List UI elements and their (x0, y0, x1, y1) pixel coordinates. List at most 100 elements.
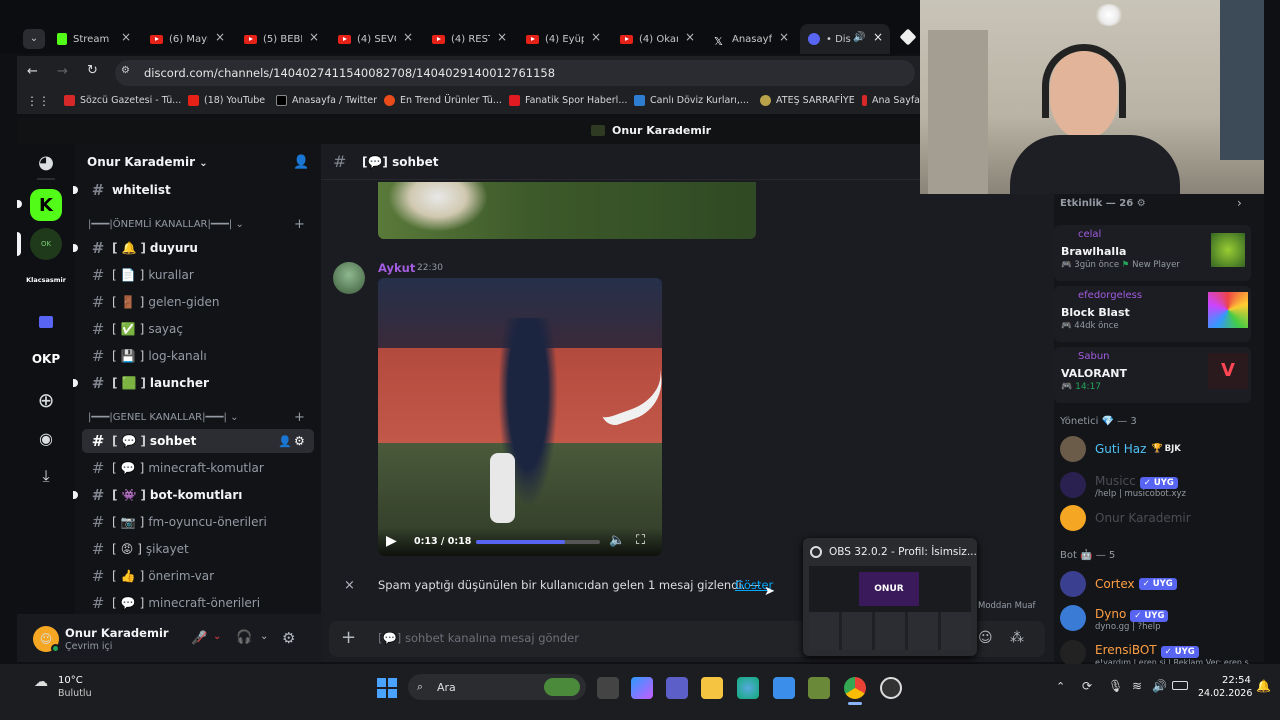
channel-duyuru[interactable]: #[🔔] duyuru (82, 236, 314, 260)
category-onemli[interactable]: |━━━|ÖNEMLİ KANALLAR|━━━| ⌄ (88, 219, 244, 230)
bookmark-item[interactable]: Ana Sayfa (862, 95, 920, 106)
copilot-icon[interactable] (631, 677, 653, 699)
channel-gelen-giden[interactable]: #[🚪] gelen-giden (82, 290, 314, 314)
obs-taskbar-icon[interactable] (880, 677, 902, 699)
gear-icon[interactable]: ⚙ (294, 434, 305, 448)
headphone-icon[interactable]: 🎧 (236, 630, 252, 645)
settings-gear-icon[interactable]: ⚙ (282, 629, 295, 647)
bookmark-item[interactable]: Fanatik Spor Haberl... (509, 95, 627, 106)
browser-tab[interactable]: 𝕏Anasayfa (714, 28, 772, 50)
tab-close-icon[interactable]: × (121, 30, 131, 44)
search-highlight-icon[interactable] (544, 678, 580, 696)
emoji-icon[interactable]: ☺ (978, 630, 993, 646)
chrome-icon[interactable] (844, 677, 866, 699)
tab-close-icon[interactable]: × (779, 30, 789, 44)
back-icon[interactable]: ← (27, 64, 38, 79)
channel-minecraft-onerileri[interactable]: #[💬] minecraft-önerileri (82, 591, 314, 615)
weather-icon[interactable]: ☁ (34, 674, 48, 690)
channel-minecraft-komutlar[interactable]: #[💬] minecraft-komutlar (82, 456, 314, 480)
task-view-icon[interactable] (597, 677, 619, 699)
volume-icon[interactable]: 🔈 (609, 533, 625, 548)
mute-icon[interactable]: 🎤̸ (191, 631, 207, 646)
tab-close-icon[interactable]: × (591, 30, 601, 44)
discover-icon[interactable]: ◉ (30, 422, 62, 454)
server-name[interactable]: Onur Karademir ⌄ (87, 155, 208, 169)
folder-icon[interactable] (39, 316, 53, 328)
user-name[interactable]: Onur Karademir (65, 626, 169, 640)
tab-close-icon[interactable]: × (873, 30, 883, 44)
channel-fm-oyuncu-onerileri[interactable]: #[📷] fm-oyuncu-önerileri (82, 510, 314, 534)
obs-thumbnail[interactable]: ONUR (809, 566, 971, 650)
browser-tab[interactable]: (4) REST (432, 28, 490, 50)
message-author[interactable]: Aykut (378, 261, 415, 275)
member-name-truncated[interactable]: Moddan Muaf (978, 601, 1036, 611)
member-item[interactable]: Onur Karademir (1060, 505, 1191, 531)
member-item[interactable]: Guti Haz 🏆 BJK (1060, 436, 1181, 462)
microphone-icon[interactable]: 🎙 (1108, 679, 1123, 693)
browser-tab[interactable]: (6) Mayı (150, 28, 208, 50)
volume-icon[interactable]: 🔊 (1152, 679, 1167, 693)
chevron-up-icon[interactable]: ⌃ (1056, 680, 1065, 693)
browser-tab-active[interactable]: • Dis (808, 28, 853, 50)
kick-server-icon[interactable]: K (30, 189, 62, 221)
invite-icon[interactable]: 👤 (278, 435, 292, 448)
channel-bot-komutlari[interactable]: #[👾] bot-komutları (82, 483, 314, 507)
teams-icon[interactable] (666, 677, 688, 699)
member-item[interactable]: Dyno ✓ UYG dyno.gg | ?help (1060, 603, 1169, 632)
channel-kurallar[interactable]: #[📄] kurallar (82, 263, 314, 287)
video-progress-track[interactable] (476, 540, 600, 544)
close-icon[interactable]: × (344, 578, 355, 593)
tab-close-icon[interactable]: × (685, 30, 695, 44)
bookmark-item[interactable]: (18) YouTube (188, 95, 265, 106)
apps-icon[interactable]: ⁂ (1010, 630, 1024, 646)
fullscreen-icon[interactable]: ⛶ (636, 533, 645, 548)
chevron-right-icon[interactable]: › (1237, 196, 1242, 210)
chevron-down-icon[interactable]: ⌄ (213, 631, 221, 642)
message-avatar[interactable] (333, 262, 365, 294)
forward-icon[interactable]: → (57, 64, 68, 79)
server-icon[interactable]: Klacsasmir (26, 264, 66, 296)
image-attachment[interactable] (378, 182, 756, 239)
category-genel[interactable]: |━━━|GENEL KANALLAR|━━━| ⌄ (88, 412, 239, 423)
add-member-icon[interactable]: 👤 (293, 155, 309, 170)
channel-whitelist[interactable]: # whitelist (82, 178, 314, 202)
gear-icon[interactable]: ⚙ (1137, 198, 1146, 209)
channel-sikayet[interactable]: #[😡] şikayet (82, 537, 314, 561)
reload-icon[interactable]: ↻ (87, 63, 98, 78)
minecraft-icon[interactable] (808, 677, 830, 699)
clock-date[interactable]: 24.02.2026 (1198, 688, 1252, 699)
bookmark-item[interactable]: ATEŞ SARRAFİYE (760, 95, 855, 106)
channel-sayac[interactable]: #[✅] sayaç (82, 317, 314, 341)
member-item[interactable]: Cortex ✓ UYG (1060, 571, 1177, 597)
tab-close-icon[interactable]: × (215, 30, 225, 44)
attach-plus-icon[interactable]: + (341, 627, 356, 648)
tab-search-button[interactable]: ⌄ (23, 29, 45, 49)
file-explorer-icon[interactable] (701, 677, 723, 699)
windows-start-icon[interactable] (377, 678, 397, 698)
tab-close-icon[interactable]: × (497, 30, 507, 44)
play-icon[interactable]: ▶ (386, 533, 397, 549)
bookmark-item[interactable]: En Trend Ürünler Tü... (384, 95, 502, 106)
chevron-down-icon[interactable]: ⌄ (260, 631, 268, 642)
download-icon[interactable]: ⤓ (30, 460, 62, 492)
channel-sohbet[interactable]: #[💬] sohbet 👤 ⚙ (82, 429, 314, 453)
store-icon[interactable] (773, 677, 795, 699)
weather-temp[interactable]: 10°C (58, 675, 83, 686)
battery-icon[interactable] (1172, 681, 1188, 690)
browser-tab[interactable]: (4) Okan (620, 28, 678, 50)
composer-placeholder[interactable]: [💬] sohbet kanalına mesaj gönder (378, 631, 579, 645)
browser-tab[interactable]: (4) SEVG (338, 28, 396, 50)
tab-close-icon[interactable]: × (309, 30, 319, 44)
channel-log-kanali[interactable]: #[💾] log-kanalı (82, 344, 314, 368)
edge-icon[interactable] (737, 677, 759, 699)
add-channel-icon[interactable]: + (294, 217, 305, 232)
bookmark-item[interactable]: Anasayfa / Twitter (276, 95, 377, 106)
notifications-icon[interactable]: 🔔 (1256, 679, 1271, 693)
server-icon[interactable]: OKP (30, 343, 62, 375)
apps-grid-icon[interactable]: ⋮⋮ (26, 94, 50, 108)
add-channel-icon[interactable]: + (294, 410, 305, 425)
browser-tab[interactable]: (4) Eyüp (526, 28, 584, 50)
clock-time[interactable]: 22:54 (1222, 675, 1251, 686)
discord-home-icon[interactable]: ◕ (30, 146, 62, 178)
channel-launcher[interactable]: #[🟩] launcher (82, 371, 314, 395)
